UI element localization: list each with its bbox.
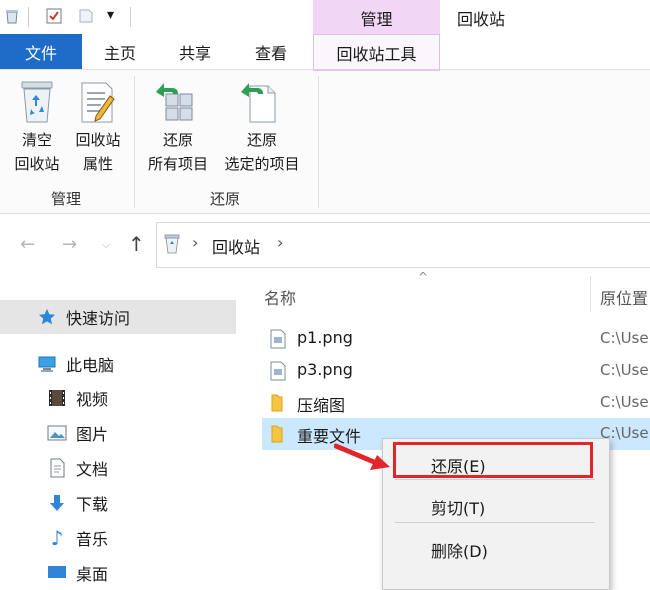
menu-separator bbox=[395, 479, 595, 480]
context-group-label: 管理 bbox=[360, 10, 393, 29]
document-icon bbox=[46, 457, 68, 479]
nav-item-downloads[interactable]: 下载 bbox=[46, 487, 108, 519]
download-arrow-icon bbox=[46, 492, 68, 514]
nav-item-label: 桌面 bbox=[76, 565, 109, 584]
folder-icon bbox=[270, 424, 284, 448]
ribbon-group-separator bbox=[134, 76, 135, 208]
computer-icon bbox=[36, 353, 58, 375]
callout-arrow-icon bbox=[334, 443, 390, 470]
nav-item-label: 此电脑 bbox=[66, 356, 115, 375]
file-name: p3.png bbox=[297, 360, 353, 379]
nav-item-label: 图片 bbox=[76, 425, 109, 444]
column-divider[interactable] bbox=[590, 276, 591, 312]
recycle-bin-location-icon bbox=[163, 234, 181, 258]
button-label-line1: 还原 bbox=[162, 131, 193, 149]
image-file-icon bbox=[270, 329, 286, 353]
breadcrumb-chevron-icon[interactable]: › bbox=[277, 233, 283, 252]
button-label-line1: 清空 bbox=[21, 131, 52, 149]
ribbon-group-separator bbox=[318, 76, 319, 208]
qat-dropdown-icon[interactable]: ▾ bbox=[107, 7, 114, 23]
star-icon bbox=[36, 306, 58, 328]
music-note-icon: ♪ bbox=[50, 526, 64, 550]
nav-item-videos[interactable]: 视频 bbox=[46, 382, 108, 414]
file-name: p1.png bbox=[297, 328, 353, 347]
tab-share[interactable]: 共享 bbox=[161, 34, 229, 69]
button-label-line1: 回收站 bbox=[75, 131, 121, 149]
button-label-line1: 还原 bbox=[246, 131, 277, 149]
desktop-icon bbox=[46, 562, 68, 584]
button-label-line2: 属性 bbox=[82, 155, 113, 173]
file-row[interactable]: p1.png C:\Use bbox=[262, 323, 650, 355]
file-row[interactable]: 压缩图 C:\Use bbox=[262, 387, 650, 419]
nav-item-label: 音乐 bbox=[76, 530, 109, 549]
sort-ascending-icon: ^ bbox=[418, 270, 429, 284]
forward-arrow-icon[interactable]: → bbox=[62, 234, 77, 255]
column-header-name[interactable]: 名称 bbox=[264, 285, 296, 309]
folder-icon bbox=[270, 393, 284, 417]
tab-home[interactable]: 主页 bbox=[86, 34, 154, 69]
ribbon-group-restore-label: 还原 bbox=[209, 190, 240, 208]
column-header-original-location[interactable]: 原位置 bbox=[600, 285, 648, 309]
button-label-line2: 所有项目 bbox=[147, 155, 208, 173]
ribbon-group-manage-label: 管理 bbox=[50, 190, 81, 208]
menu-item-delete[interactable]: 删除(D) bbox=[431, 538, 488, 562]
button-label-line2: 选定的项目 bbox=[224, 155, 300, 173]
nav-item-desktop[interactable]: 桌面 bbox=[46, 557, 108, 589]
back-arrow-icon[interactable]: ← bbox=[20, 234, 35, 255]
video-icon bbox=[46, 387, 68, 409]
breadcrumb-separator-icon[interactable]: › bbox=[192, 233, 198, 252]
recent-locations-chevron-icon[interactable]: ⌵ bbox=[102, 238, 110, 252]
restore-all-items-button[interactable]: 还原 所有项目 bbox=[140, 128, 216, 176]
qat-separator bbox=[28, 7, 29, 27]
properties-icon[interactable] bbox=[46, 8, 62, 24]
file-original-location: C:\Use bbox=[600, 393, 649, 411]
nav-item-documents[interactable]: 文档 bbox=[46, 452, 108, 484]
nav-item-label: 文档 bbox=[76, 460, 109, 479]
tab-view[interactable]: 查看 bbox=[237, 34, 305, 69]
nav-item-this-pc[interactable]: 此电脑 bbox=[36, 348, 114, 380]
restore-selected-icon bbox=[238, 80, 284, 128]
breadcrumb-recycle-bin[interactable]: 回收站 bbox=[212, 234, 260, 258]
tab-file[interactable]: 文件 bbox=[0, 34, 82, 69]
menu-separator bbox=[395, 522, 595, 523]
picture-icon bbox=[46, 422, 68, 444]
file-original-location: C:\Use bbox=[600, 329, 649, 347]
file-original-location: C:\Use bbox=[600, 361, 649, 379]
menu-item-cut[interactable]: 剪切(T) bbox=[431, 495, 485, 519]
image-file-icon bbox=[270, 361, 286, 385]
file-row[interactable]: p3.png C:\Use bbox=[262, 355, 650, 387]
nav-item-pictures[interactable]: 图片 bbox=[46, 417, 108, 449]
recycle-bin-properties-button[interactable]: 回收站 属性 bbox=[66, 128, 130, 176]
tab-recycle-bin-tools[interactable]: 回收站工具 bbox=[313, 34, 440, 70]
file-name: 压缩图 bbox=[297, 396, 346, 415]
nav-item-music[interactable]: ♪ 音乐 bbox=[46, 522, 108, 554]
restore-all-icon bbox=[153, 80, 199, 128]
empty-recycle-bin-icon bbox=[18, 80, 56, 128]
highlight-box bbox=[393, 442, 593, 478]
context-tab-underline bbox=[313, 69, 440, 71]
nav-item-label: 下载 bbox=[76, 495, 109, 514]
window-title: 回收站 bbox=[457, 10, 506, 29]
up-arrow-icon[interactable]: ↑ bbox=[128, 232, 145, 256]
nav-item-quick-access[interactable]: 快速访问 bbox=[36, 301, 130, 333]
button-label-line2: 回收站 bbox=[14, 155, 60, 173]
empty-recycle-bin-button[interactable]: 清空 回收站 bbox=[5, 128, 69, 176]
restore-selected-items-button[interactable]: 还原 选定的项目 bbox=[214, 128, 310, 176]
nav-item-label: 视频 bbox=[76, 390, 109, 409]
qat-separator bbox=[130, 7, 131, 27]
recycle-bin-properties-icon bbox=[78, 80, 118, 128]
recycle-bin-icon[interactable] bbox=[4, 8, 20, 24]
new-folder-icon[interactable] bbox=[78, 8, 94, 24]
nav-item-label: 快速访问 bbox=[66, 309, 131, 328]
